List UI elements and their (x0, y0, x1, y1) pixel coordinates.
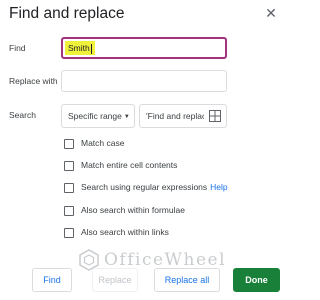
range-input-value: 'Find and replac (146, 111, 204, 121)
find-input[interactable]: Smith (61, 37, 227, 59)
search-scope-value: Specific range (68, 111, 122, 121)
option-label: Match entire cell contents (81, 160, 178, 170)
close-icon[interactable]: ✕ (262, 4, 280, 22)
dialog-title: Find and replace (9, 5, 125, 22)
replace-button[interactable]: Replace (92, 268, 138, 292)
checkbox[interactable] (64, 183, 74, 193)
find-input-value: Smith (68, 43, 90, 53)
search-scope-dropdown[interactable]: Specific range ▼ (61, 104, 135, 128)
replace-all-button[interactable]: Replace all (154, 268, 220, 292)
option-label: Search using regular expressions (81, 182, 208, 192)
checkbox[interactable] (64, 228, 74, 238)
range-input[interactable]: 'Find and replac (139, 104, 227, 128)
done-button[interactable]: Done (233, 268, 280, 292)
option-label: Also search within links (81, 227, 169, 237)
replace-with-label: Replace with (9, 76, 58, 86)
replace-with-input[interactable] (61, 70, 227, 92)
find-button[interactable]: Find (32, 268, 72, 292)
checkbox[interactable] (64, 139, 74, 149)
dropdown-arrow-icon: ▼ (123, 113, 130, 120)
watermark-text: OfficeWheel (104, 250, 227, 270)
option-label: Also search within formulae (81, 205, 185, 215)
checkbox[interactable] (64, 161, 74, 171)
find-input-value-highlight: Smith (65, 41, 95, 55)
option-label: Match case (81, 138, 125, 148)
help-link[interactable]: Help (210, 182, 227, 192)
find-label: Find (9, 43, 26, 53)
grid-icon[interactable] (209, 110, 221, 122)
checkbox[interactable] (64, 206, 74, 216)
text-caret (90, 43, 92, 54)
option-label-regex: Search using regular expressions Help (81, 182, 228, 192)
search-label: Search (9, 110, 36, 120)
